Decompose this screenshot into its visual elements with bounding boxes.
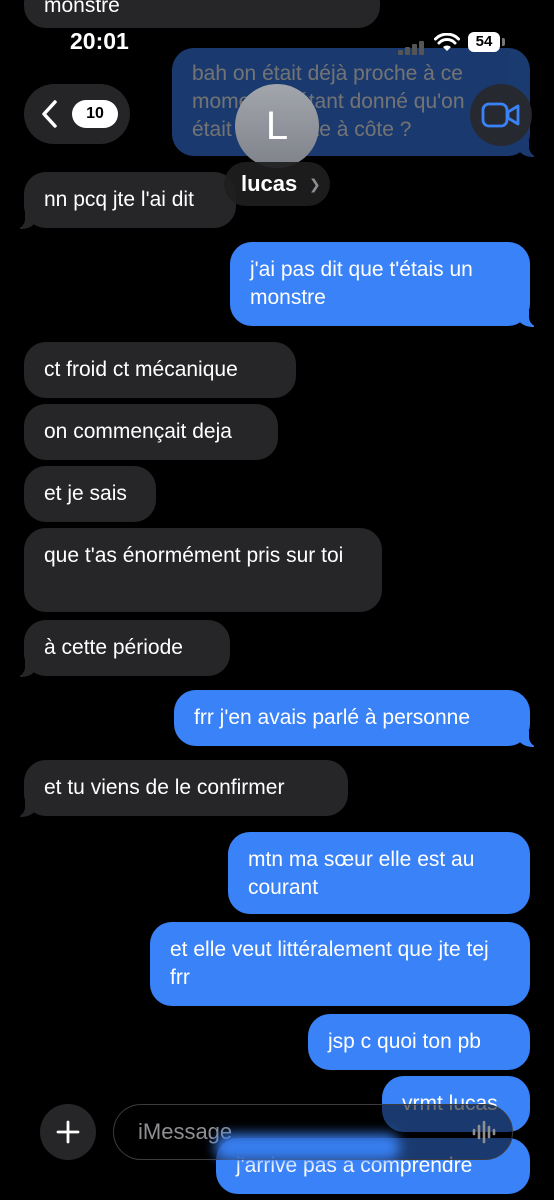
message-outgoing[interactable]: et elle veut littéralement que jte tej f…	[150, 922, 530, 1006]
message-outgoing[interactable]: j'ai pas dit que t'étais un monstre	[230, 242, 541, 327]
wifi-icon	[434, 33, 460, 51]
facetime-button[interactable]	[470, 84, 532, 146]
add-attachment-button[interactable]	[40, 1104, 96, 1160]
message-incoming[interactable]: et je sais	[24, 466, 156, 522]
message-incoming[interactable]: monstre	[24, 0, 380, 28]
signal-icon	[398, 41, 424, 55]
battery-icon: 54	[468, 32, 500, 52]
contact-name-button[interactable]: lucas ❯	[224, 162, 330, 206]
status-time: 20:01	[70, 28, 129, 54]
message-outgoing[interactable]: jsp c quoi ton pb	[308, 1014, 530, 1070]
video-camera-icon	[481, 102, 520, 128]
waveform-icon[interactable]	[472, 1120, 498, 1144]
message-incoming[interactable]: ct froid ct mécanique	[24, 342, 296, 398]
back-button[interactable]: 10	[24, 84, 130, 144]
contact-avatar[interactable]: L	[235, 84, 319, 168]
message-outgoing[interactable]: mtn ma sœur elle est au courant	[228, 832, 530, 914]
chevron-left-icon	[42, 100, 57, 128]
unread-count-badge: 10	[72, 100, 118, 128]
message-outgoing[interactable]: frr j'en avais parlé à personne	[174, 690, 541, 747]
battery-level: 54	[475, 33, 493, 50]
message-incoming[interactable]: et tu viens de le confirmer	[13, 760, 348, 817]
message-incoming[interactable]: que t'as énormément pris sur toi	[24, 528, 382, 612]
contact-name: lucas	[241, 171, 298, 196]
chevron-right-icon: ❯	[309, 176, 321, 192]
message-incoming[interactable]: à cette période	[13, 620, 230, 677]
battery-cap	[502, 38, 505, 46]
message-incoming[interactable]: nn pcq jte l'ai dit	[13, 172, 236, 229]
plus-icon	[56, 1120, 80, 1144]
message-incoming[interactable]: on commençait deja	[24, 404, 278, 460]
blurred-overlay	[215, 1134, 400, 1160]
